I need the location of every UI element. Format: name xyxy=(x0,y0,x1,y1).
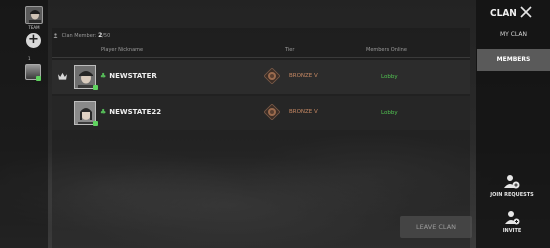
add-teammate-button[interactable]: + xyxy=(26,33,41,48)
self-avatar[interactable] xyxy=(25,6,43,24)
clan-mark-icon: ♣ xyxy=(100,108,107,116)
team-label: TEAM xyxy=(28,25,40,30)
member-tier: BRONZE V xyxy=(289,109,318,115)
member-nickname: ♣ NEWSTATE22 xyxy=(100,108,162,116)
tab-members[interactable]: MEMBERS xyxy=(477,49,550,71)
clan-member-max: /50 xyxy=(102,33,111,39)
bronze-tier-icon xyxy=(264,68,280,84)
tab-my-clan[interactable]: MY CLAN xyxy=(477,24,550,46)
online-indicator xyxy=(93,85,98,90)
invite-button[interactable]: INVITE xyxy=(484,210,540,234)
avatar-portrait-icon xyxy=(26,7,42,23)
join-requests-label: JOIN REQUESTS xyxy=(490,192,534,198)
member-status: Lobby xyxy=(381,110,398,116)
join-requests-icon xyxy=(504,175,520,189)
clan-member-label: Clan Member: xyxy=(61,33,97,39)
column-header-nickname: Player Nickname xyxy=(101,47,144,53)
column-header-tier: Tier xyxy=(285,47,295,53)
invite-icon xyxy=(505,211,520,225)
clan-title: CLAN xyxy=(490,8,517,19)
slot-number: 1 xyxy=(28,56,31,61)
clan-member-count: Clan Member: 2/50 xyxy=(53,32,110,39)
member-row[interactable]: ♣ NEWSTATER BRONZE V Lobby xyxy=(52,60,470,94)
online-indicator xyxy=(93,121,98,126)
close-icon[interactable] xyxy=(518,4,534,20)
bronze-tier-icon xyxy=(264,104,280,120)
column-header-status: Members Online xyxy=(366,47,407,53)
header-divider xyxy=(52,57,470,58)
person-icon xyxy=(53,33,58,38)
clan-mark-icon: ♣ xyxy=(100,72,107,80)
online-indicator xyxy=(36,76,41,81)
member-row[interactable]: ♣ NEWSTATE22 BRONZE V Lobby xyxy=(52,96,470,130)
join-requests-button[interactable]: JOIN REQUESTS xyxy=(484,174,540,198)
member-tier: BRONZE V xyxy=(289,73,318,79)
crown-icon xyxy=(58,72,67,80)
leave-clan-button[interactable]: LEAVE CLAN xyxy=(400,216,472,238)
member-status: Lobby xyxy=(381,74,398,80)
invite-label: INVITE xyxy=(502,228,522,234)
team-strip xyxy=(0,0,48,248)
member-nickname: ♣ NEWSTATER xyxy=(100,72,157,80)
